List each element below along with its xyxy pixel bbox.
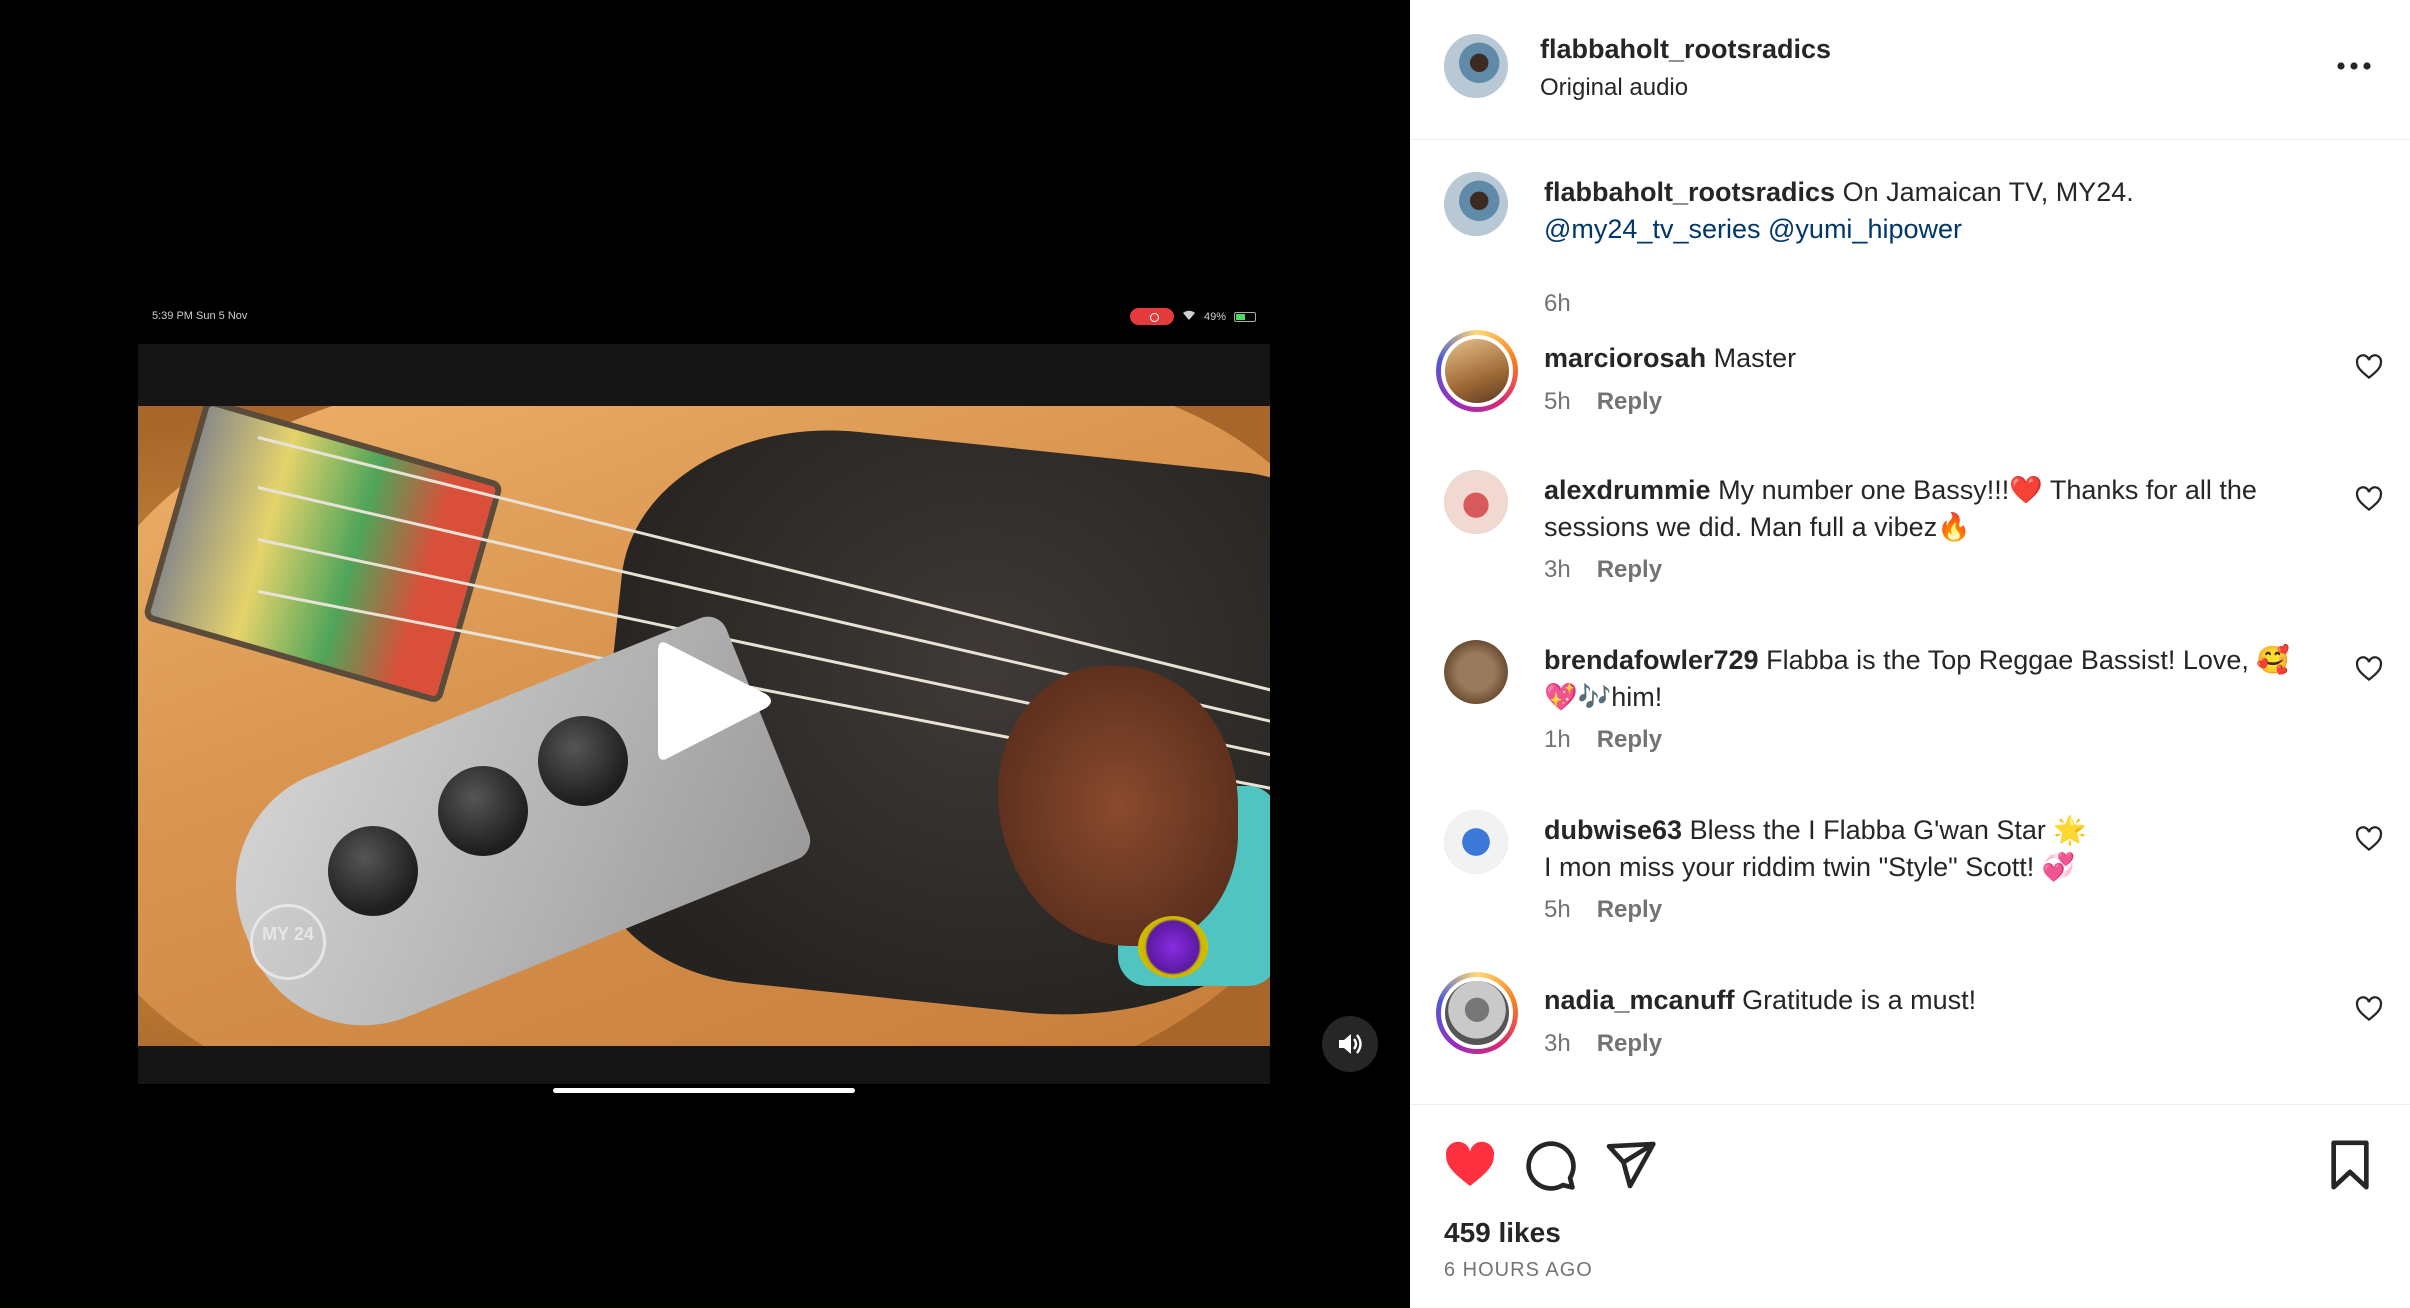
battery-percent: 49%	[1203, 310, 1226, 323]
comment-text: marciorosah Master	[1544, 340, 2314, 377]
author-avatar[interactable]	[1444, 34, 1508, 98]
caption-meta: 6h	[1544, 290, 1571, 318]
device-status-bar: 5:39 PM Sun 5 Nov 49%	[138, 304, 1270, 330]
caption-time: 6h	[1544, 290, 1571, 317]
heart-icon[interactable]	[2354, 824, 2384, 854]
comment-message: Master	[1713, 343, 1797, 373]
heart-icon[interactable]	[2354, 994, 2384, 1024]
mention-link[interactable]: @my24_tv_series	[1544, 214, 1761, 244]
app-window: 5:39 PM Sun 5 Nov 49% MY 24 flabbaholt_r…	[0, 0, 2410, 1308]
author-username[interactable]: flabbaholt_rootsradics	[1540, 34, 1831, 65]
recording-icon	[1129, 308, 1174, 325]
comment-username[interactable]: alexdrummie	[1544, 475, 1711, 505]
bookmark-icon[interactable]	[2322, 1137, 2378, 1193]
commenter-avatar[interactable]	[1436, 330, 1518, 412]
comment-username[interactable]: nadia_mcanuff	[1544, 985, 1735, 1015]
audio-label[interactable]: Original audio	[1540, 74, 1688, 102]
reply-button[interactable]: Reply	[1597, 556, 1662, 584]
comment-username[interactable]: brendafowler729	[1544, 645, 1759, 675]
comment-meta: 3h Reply	[1544, 1030, 1662, 1058]
wifi-icon	[1182, 310, 1196, 324]
mute-button[interactable]	[1322, 1016, 1378, 1072]
guitar-knob	[538, 716, 628, 806]
video-pane[interactable]: 5:39 PM Sun 5 Nov 49% MY 24	[0, 0, 1410, 1308]
post-header: flabbaholt_rootsradics Original audio	[1410, 0, 2410, 140]
post-timestamp: 6 HOURS AGO	[1444, 1259, 1593, 1281]
speaker-icon	[1339, 1034, 1362, 1054]
heart-icon[interactable]	[2354, 654, 2384, 684]
play-icon	[658, 642, 771, 760]
comment-time: 3h	[1544, 556, 1571, 583]
caption-username[interactable]: flabbaholt_rootsradics	[1544, 177, 1835, 207]
commenter-avatar[interactable]	[1444, 640, 1508, 704]
tvj-logo	[1138, 916, 1208, 978]
commenter-avatar[interactable]	[1444, 470, 1508, 534]
guitar-knob	[438, 766, 528, 856]
guitar-knob	[328, 826, 418, 916]
comment-message: Bless the I Flabba G'wan Star 🌟	[1689, 815, 2088, 845]
comment-time: 3h	[1544, 1030, 1571, 1057]
comment-text: dubwise63 Bless the I Flabba G'wan Star …	[1544, 812, 2314, 886]
comment-meta: 3h Reply	[1544, 556, 1662, 584]
comment-icon[interactable]	[1522, 1137, 1578, 1193]
battery-icon	[1234, 311, 1256, 322]
author-avatar[interactable]	[1444, 172, 1508, 236]
channel-logo: MY 24	[250, 904, 326, 980]
more-options-button[interactable]	[2334, 46, 2374, 86]
status-icons: 49%	[1129, 308, 1256, 325]
comment-meta: 5h Reply	[1544, 896, 1662, 924]
likes-count[interactable]: 459 likes	[1444, 1217, 1561, 1249]
comment-username[interactable]: dubwise63	[1544, 815, 1682, 845]
comment-meta: 1h Reply	[1544, 726, 1662, 754]
caption-text: flabbaholt_rootsradics On Jamaican TV, M…	[1544, 174, 2314, 248]
reply-button[interactable]: Reply	[1597, 896, 1662, 924]
comment-text: brendafowler729 Flabba is the Top Reggae…	[1544, 642, 2314, 716]
commenter-avatar[interactable]	[1436, 972, 1518, 1054]
reply-button[interactable]: Reply	[1597, 726, 1662, 754]
comment-time: 5h	[1544, 896, 1571, 923]
comment-text: alexdrummie My number one Bassy!!!❤️ Tha…	[1544, 472, 2314, 546]
comment-username[interactable]: marciorosah	[1544, 343, 1706, 373]
comment-time: 1h	[1544, 726, 1571, 753]
share-icon[interactable]	[1602, 1137, 1658, 1193]
post-sidebar: flabbaholt_rootsradics Original audio fl…	[1410, 0, 2410, 1308]
caption-message: On Jamaican TV, MY24.	[1842, 177, 2134, 207]
comment-time: 5h	[1544, 388, 1571, 415]
liked-heart-icon[interactable]	[1442, 1137, 1498, 1193]
status-time: 5:39 PM Sun 5 Nov	[152, 310, 248, 322]
play-button[interactable]	[650, 636, 774, 766]
comments-list[interactable]: flabbaholt_rootsradics On Jamaican TV, M…	[1410, 140, 2410, 1104]
heart-icon[interactable]	[2354, 352, 2384, 382]
more-icon	[2337, 62, 2371, 70]
heart-icon[interactable]	[2354, 484, 2384, 514]
reply-button[interactable]: Reply	[1597, 388, 1662, 416]
comment-message: Gratitude is a must!	[1742, 985, 1977, 1015]
comment-meta: 5h Reply	[1544, 388, 1662, 416]
post-actions: 459 likes 6 HOURS AGO	[1410, 1104, 2410, 1308]
video-progress-bar[interactable]	[553, 1088, 855, 1093]
comment-text: nadia_mcanuff Gratitude is a must!	[1544, 982, 2314, 1019]
comment-message-line2: I mon miss your riddim twin "Style" Scot…	[1544, 852, 2076, 882]
reply-button[interactable]: Reply	[1597, 1030, 1662, 1058]
commenter-avatar[interactable]	[1444, 810, 1508, 874]
mention-link[interactable]: @yumi_hipower	[1768, 214, 1962, 244]
